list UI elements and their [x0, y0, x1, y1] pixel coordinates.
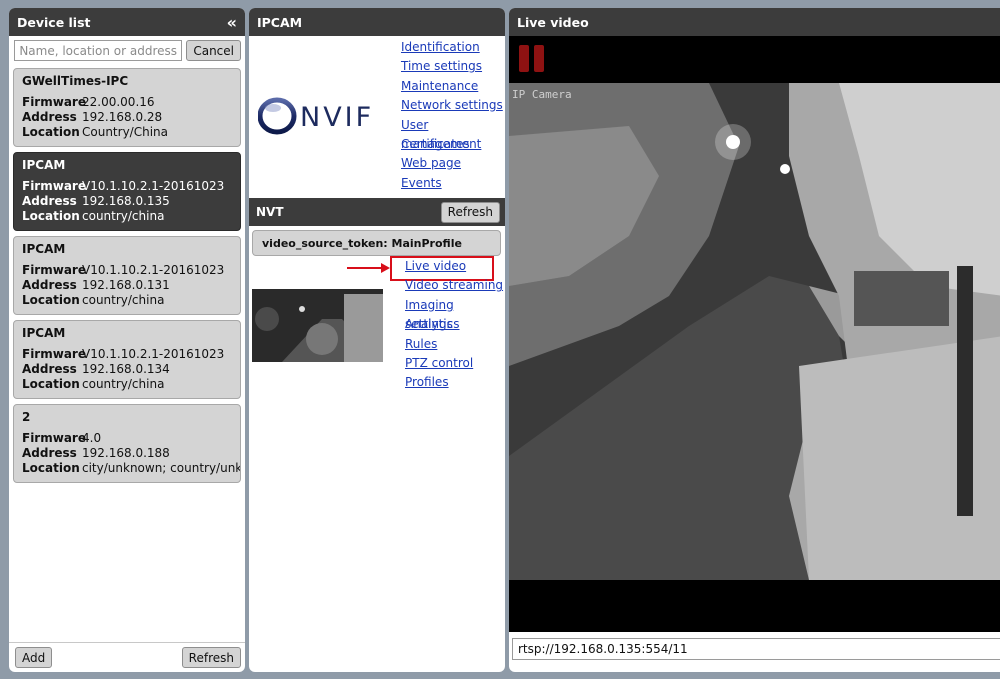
location-label: Location: [22, 125, 80, 139]
link-identification[interactable]: Identification: [401, 38, 505, 57]
device-list-header: Device list «: [9, 8, 245, 36]
refresh-devices-button[interactable]: Refresh: [181, 647, 241, 668]
link-video-streaming[interactable]: Video streaming: [405, 276, 505, 295]
link-analytics[interactable]: Analytics: [405, 315, 505, 334]
device-name: GWellTimes-IPC: [22, 74, 129, 88]
device-list-title: Device list: [17, 14, 91, 30]
location-value: Country/China: [82, 125, 168, 139]
thumbnail-image: [252, 289, 383, 362]
device-card[interactable]: GWellTimes-IPC Firmware 22.00.00.16 Addre…: [13, 68, 241, 147]
live-video-title: Live video: [517, 14, 589, 30]
search-row: Cancel: [9, 36, 245, 61]
arrow-right-icon: [347, 263, 390, 273]
address-label: Address: [22, 278, 77, 292]
address-value: 192.168.0.134: [82, 362, 170, 376]
device-name: IPCAM: [22, 158, 66, 172]
address-value: 192.168.0.28: [82, 110, 163, 124]
live-video-panel: Live video IP Camera rtsp://192.168.0.13…: [509, 8, 1000, 672]
firmware-value: 4.0: [82, 431, 102, 445]
firmware-label: Firmware: [22, 347, 86, 361]
ipcam-title: IPCAM: [257, 14, 303, 30]
firmware-value: V10.1.10.2.1-20161023: [82, 263, 225, 277]
video-frame: [509, 36, 1000, 632]
location-value: city/unknown; country/unkn: [82, 461, 240, 475]
link-time-settings[interactable]: Time settings: [401, 57, 505, 76]
firmware-label: Firmware: [22, 179, 86, 193]
link-ptz-control[interactable]: PTZ control: [405, 354, 505, 373]
location-value: country/china: [82, 377, 165, 391]
address-label: Address: [22, 446, 77, 460]
device-name: IPCAM: [22, 326, 66, 340]
address-value: 192.168.0.131: [82, 278, 170, 292]
ipcam-panel: IPCAM NVIF Identification Time settings …: [249, 8, 505, 672]
link-rules[interactable]: Rules: [405, 335, 505, 354]
device-list-footer: Add Refresh: [9, 642, 245, 672]
pause-icon[interactable]: [519, 45, 545, 72]
firmware-value: V10.1.10.2.1-20161023: [82, 347, 225, 361]
device-card[interactable]: 2 Firmware 4.0 Address 192.168.0.188 Locat…: [13, 404, 241, 483]
link-maintenance[interactable]: Maintenance: [401, 77, 505, 96]
link-web-page[interactable]: Web page: [401, 154, 505, 173]
svg-text:NVIF: NVIF: [300, 102, 374, 133]
address-value: 192.168.0.188: [82, 446, 170, 460]
address-label: Address: [22, 110, 77, 124]
firmware-label: Firmware: [22, 263, 86, 277]
link-user-management[interactable]: User management: [401, 116, 505, 151]
link-profiles[interactable]: Profiles: [405, 373, 505, 392]
cancel-button[interactable]: Cancel: [186, 40, 241, 61]
onvif-logo-graphic: NVIF: [257, 97, 374, 135]
link-events[interactable]: Events: [401, 174, 505, 193]
nvt-refresh-button[interactable]: Refresh: [440, 201, 500, 223]
add-device-button[interactable]: Add: [15, 647, 53, 668]
location-label: Location: [22, 293, 80, 307]
firmware-value: V10.1.10.2.1-20161023: [82, 179, 225, 193]
firmware-label: Firmware: [22, 431, 86, 445]
link-live-video[interactable]: Live video: [405, 257, 505, 276]
device-name: IPCAM: [22, 242, 66, 256]
device-card[interactable]: IPCAM Firmware V10.1.10.2.1-20161023 Addr…: [13, 236, 241, 315]
onvif-logo: NVIF: [257, 94, 380, 147]
device-name: 2: [22, 410, 31, 424]
ipcam-header: IPCAM: [249, 8, 505, 36]
device-list: GWellTimes-IPC Firmware 22.00.00.16 Addre…: [13, 68, 241, 488]
firmware-value: 22.00.00.16: [82, 95, 155, 109]
link-network-settings[interactable]: Network settings: [401, 96, 505, 115]
location-value: country/china: [82, 293, 165, 307]
nvt-header: NVT Refresh: [249, 198, 505, 226]
video-player[interactable]: IP Camera: [509, 36, 1000, 632]
address-label: Address: [22, 362, 77, 376]
location-label: Location: [22, 461, 80, 475]
device-search-input[interactable]: [14, 40, 183, 61]
camera-overlay-text: IP Camera: [512, 88, 572, 101]
firmware-label: Firmware: [22, 95, 86, 109]
link-imaging-settings[interactable]: Imaging settings: [405, 296, 505, 331]
double-chevron-left-icon[interactable]: «: [227, 13, 237, 32]
device-list-panel: Device list « Cancel GWellTimes-IPC Firm…: [9, 8, 245, 672]
nvt-title: NVT: [256, 205, 284, 219]
video-thumbnail[interactable]: [252, 289, 383, 362]
device-card[interactable]: IPCAM Firmware V10.1.10.2.1-20161023 Addr…: [13, 320, 241, 399]
link-certificates[interactable]: Certificates: [401, 135, 505, 154]
address-value: 192.168.0.135: [82, 194, 170, 208]
location-label: Location: [22, 377, 80, 391]
address-label: Address: [22, 194, 77, 208]
location-label: Location: [22, 209, 80, 223]
ipcam-menu: Identification Time settings Maintenance…: [401, 38, 505, 193]
device-card-selected[interactable]: IPCAM Firmware V10.1.10.2.1-20161023 Addr…: [13, 152, 241, 231]
location-value: country/china: [82, 209, 165, 223]
stream-url-field[interactable]: rtsp://192.168.0.135:554/11: [512, 638, 1000, 660]
profile-selector[interactable]: video_source_token: MainProfile: [252, 230, 501, 256]
nvt-menu: Live video Video streaming Imaging setti…: [405, 257, 505, 393]
live-video-header: Live video: [509, 8, 1000, 36]
